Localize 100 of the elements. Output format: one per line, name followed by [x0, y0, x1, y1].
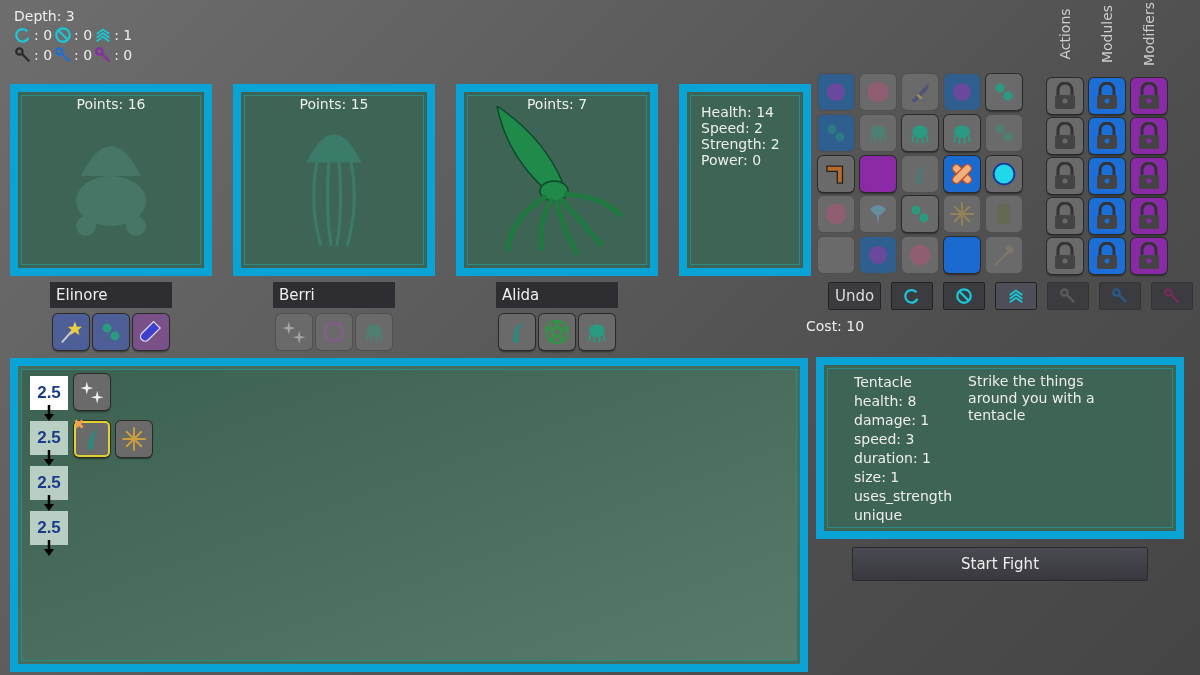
padlock-icon	[1136, 122, 1162, 150]
counter-value: : 0	[34, 47, 53, 63]
step-value[interactable]: 2.5	[30, 466, 68, 500]
padlock-tile[interactable]	[1089, 158, 1125, 194]
spiky-icon	[121, 426, 147, 452]
counter-value: : 0	[114, 47, 133, 63]
stat-label: Speed: 2	[701, 120, 764, 136]
padlock-tile[interactable]	[1089, 198, 1125, 234]
pentagram-icon	[544, 319, 570, 345]
padlock-icon	[1094, 242, 1120, 270]
part-tile[interactable]	[944, 74, 980, 110]
tool-button[interactable]	[995, 282, 1038, 310]
action-slot[interactable]	[74, 374, 110, 410]
part-tile[interactable]	[986, 196, 1022, 233]
depth-label: Depth: 3	[14, 8, 76, 24]
padlock-tile[interactable]	[1047, 78, 1083, 114]
points-label: Points: 15	[299, 96, 369, 112]
part-tile[interactable]	[902, 114, 938, 151]
part-tile[interactable]	[986, 74, 1022, 110]
part-tile[interactable]	[944, 237, 980, 274]
padlock-icon	[1052, 242, 1078, 270]
padlock-icon	[1094, 202, 1120, 230]
detail-line: duration: 1	[854, 449, 932, 468]
tool-button[interactable]	[891, 282, 934, 310]
detail-line: unique	[854, 506, 903, 525]
step-value[interactable]: 2.5	[30, 421, 68, 455]
step-value[interactable]: 2.5	[30, 511, 68, 545]
padlock-icon	[1052, 162, 1078, 190]
creature-name: Alida	[496, 282, 618, 308]
part-tile[interactable]	[986, 155, 1022, 192]
item-slot[interactable]	[133, 314, 169, 350]
part-tile[interactable]	[860, 114, 896, 151]
part-tile[interactable]	[902, 237, 938, 274]
undo-button[interactable]: Undo	[828, 282, 882, 310]
part-tile[interactable]	[860, 196, 896, 233]
column-heading: Actions	[1057, 8, 1073, 60]
down-arrow-icon	[44, 540, 54, 556]
padlock-icon	[1094, 122, 1120, 150]
counter-value: : 0	[74, 47, 93, 63]
padlock-tile[interactable]	[1131, 198, 1167, 234]
padlock-tile[interactable]	[1131, 78, 1167, 114]
bandage-icon	[74, 419, 84, 429]
action-slot[interactable]	[116, 421, 152, 457]
item-slot[interactable]	[276, 314, 312, 350]
padlock-tile[interactable]	[1131, 118, 1167, 154]
part-tile[interactable]	[818, 114, 854, 151]
part-tile[interactable]	[818, 237, 854, 274]
test-tube-icon	[138, 319, 164, 345]
padlock-icon	[1136, 202, 1162, 230]
padlock-tile[interactable]	[1089, 238, 1125, 274]
stat-label: Power: 0	[701, 152, 763, 168]
part-tile[interactable]	[944, 114, 980, 151]
detail-line: health: 8	[854, 392, 918, 411]
stat-label: Health: 14	[701, 104, 775, 120]
part-tile[interactable]	[944, 155, 980, 192]
padlock-tile[interactable]	[1047, 198, 1083, 234]
part-tile[interactable]	[902, 196, 938, 233]
spiky-icon	[949, 201, 975, 228]
padlock-tile[interactable]	[1047, 158, 1083, 194]
part-tile[interactable]	[902, 74, 938, 110]
part-tile[interactable]	[986, 114, 1022, 151]
item-slot[interactable]	[53, 314, 89, 350]
part-tile[interactable]	[860, 155, 896, 192]
creature-card[interactable]: Points: 16	[10, 84, 212, 276]
counter-value: : 0	[74, 27, 93, 43]
padlock-tile[interactable]	[1131, 238, 1167, 274]
part-tile[interactable]	[860, 74, 896, 110]
start-fight-button[interactable]: Start Fight	[852, 547, 1148, 581]
description-text: Strike the things around you with a tentacle	[968, 373, 1096, 425]
tool-button[interactable]	[943, 282, 986, 310]
padlock-icon	[1136, 162, 1162, 190]
creature-card[interactable]: Points: 15	[233, 84, 435, 276]
counter-value: : 1	[114, 27, 133, 43]
down-arrow-icon	[44, 405, 54, 421]
creature-card[interactable]: Points: 7	[456, 84, 658, 276]
circle-icon	[865, 79, 891, 105]
part-tile[interactable]	[818, 196, 854, 233]
creature-name: Berri	[273, 282, 395, 308]
points-label: Points: 16	[76, 96, 146, 112]
padlock-tile[interactable]	[1047, 238, 1083, 274]
detail-line: damage: 1	[854, 411, 931, 430]
padlock-icon	[1052, 122, 1078, 150]
part-tile[interactable]	[902, 155, 938, 192]
padlock-icon	[1094, 162, 1120, 190]
padlock-tile[interactable]	[1131, 158, 1167, 194]
padlock-tile[interactable]	[1047, 118, 1083, 154]
padlock-icon	[1136, 82, 1162, 110]
item-slot[interactable]	[93, 314, 129, 350]
detail-line: uses_strength	[854, 487, 953, 506]
part-tile[interactable]	[818, 155, 854, 192]
part-tile[interactable]	[818, 74, 854, 110]
part-tile[interactable]	[944, 196, 980, 233]
step-value[interactable]: 2.5	[30, 376, 68, 410]
part-tile[interactable]	[986, 237, 1022, 274]
detail-line: Tentacle	[854, 373, 913, 392]
action-slot[interactable]	[74, 421, 110, 457]
detail-line: speed: 3	[854, 430, 916, 449]
padlock-tile[interactable]	[1089, 78, 1125, 114]
part-tile[interactable]	[860, 237, 896, 274]
padlock-tile[interactable]	[1089, 118, 1125, 154]
